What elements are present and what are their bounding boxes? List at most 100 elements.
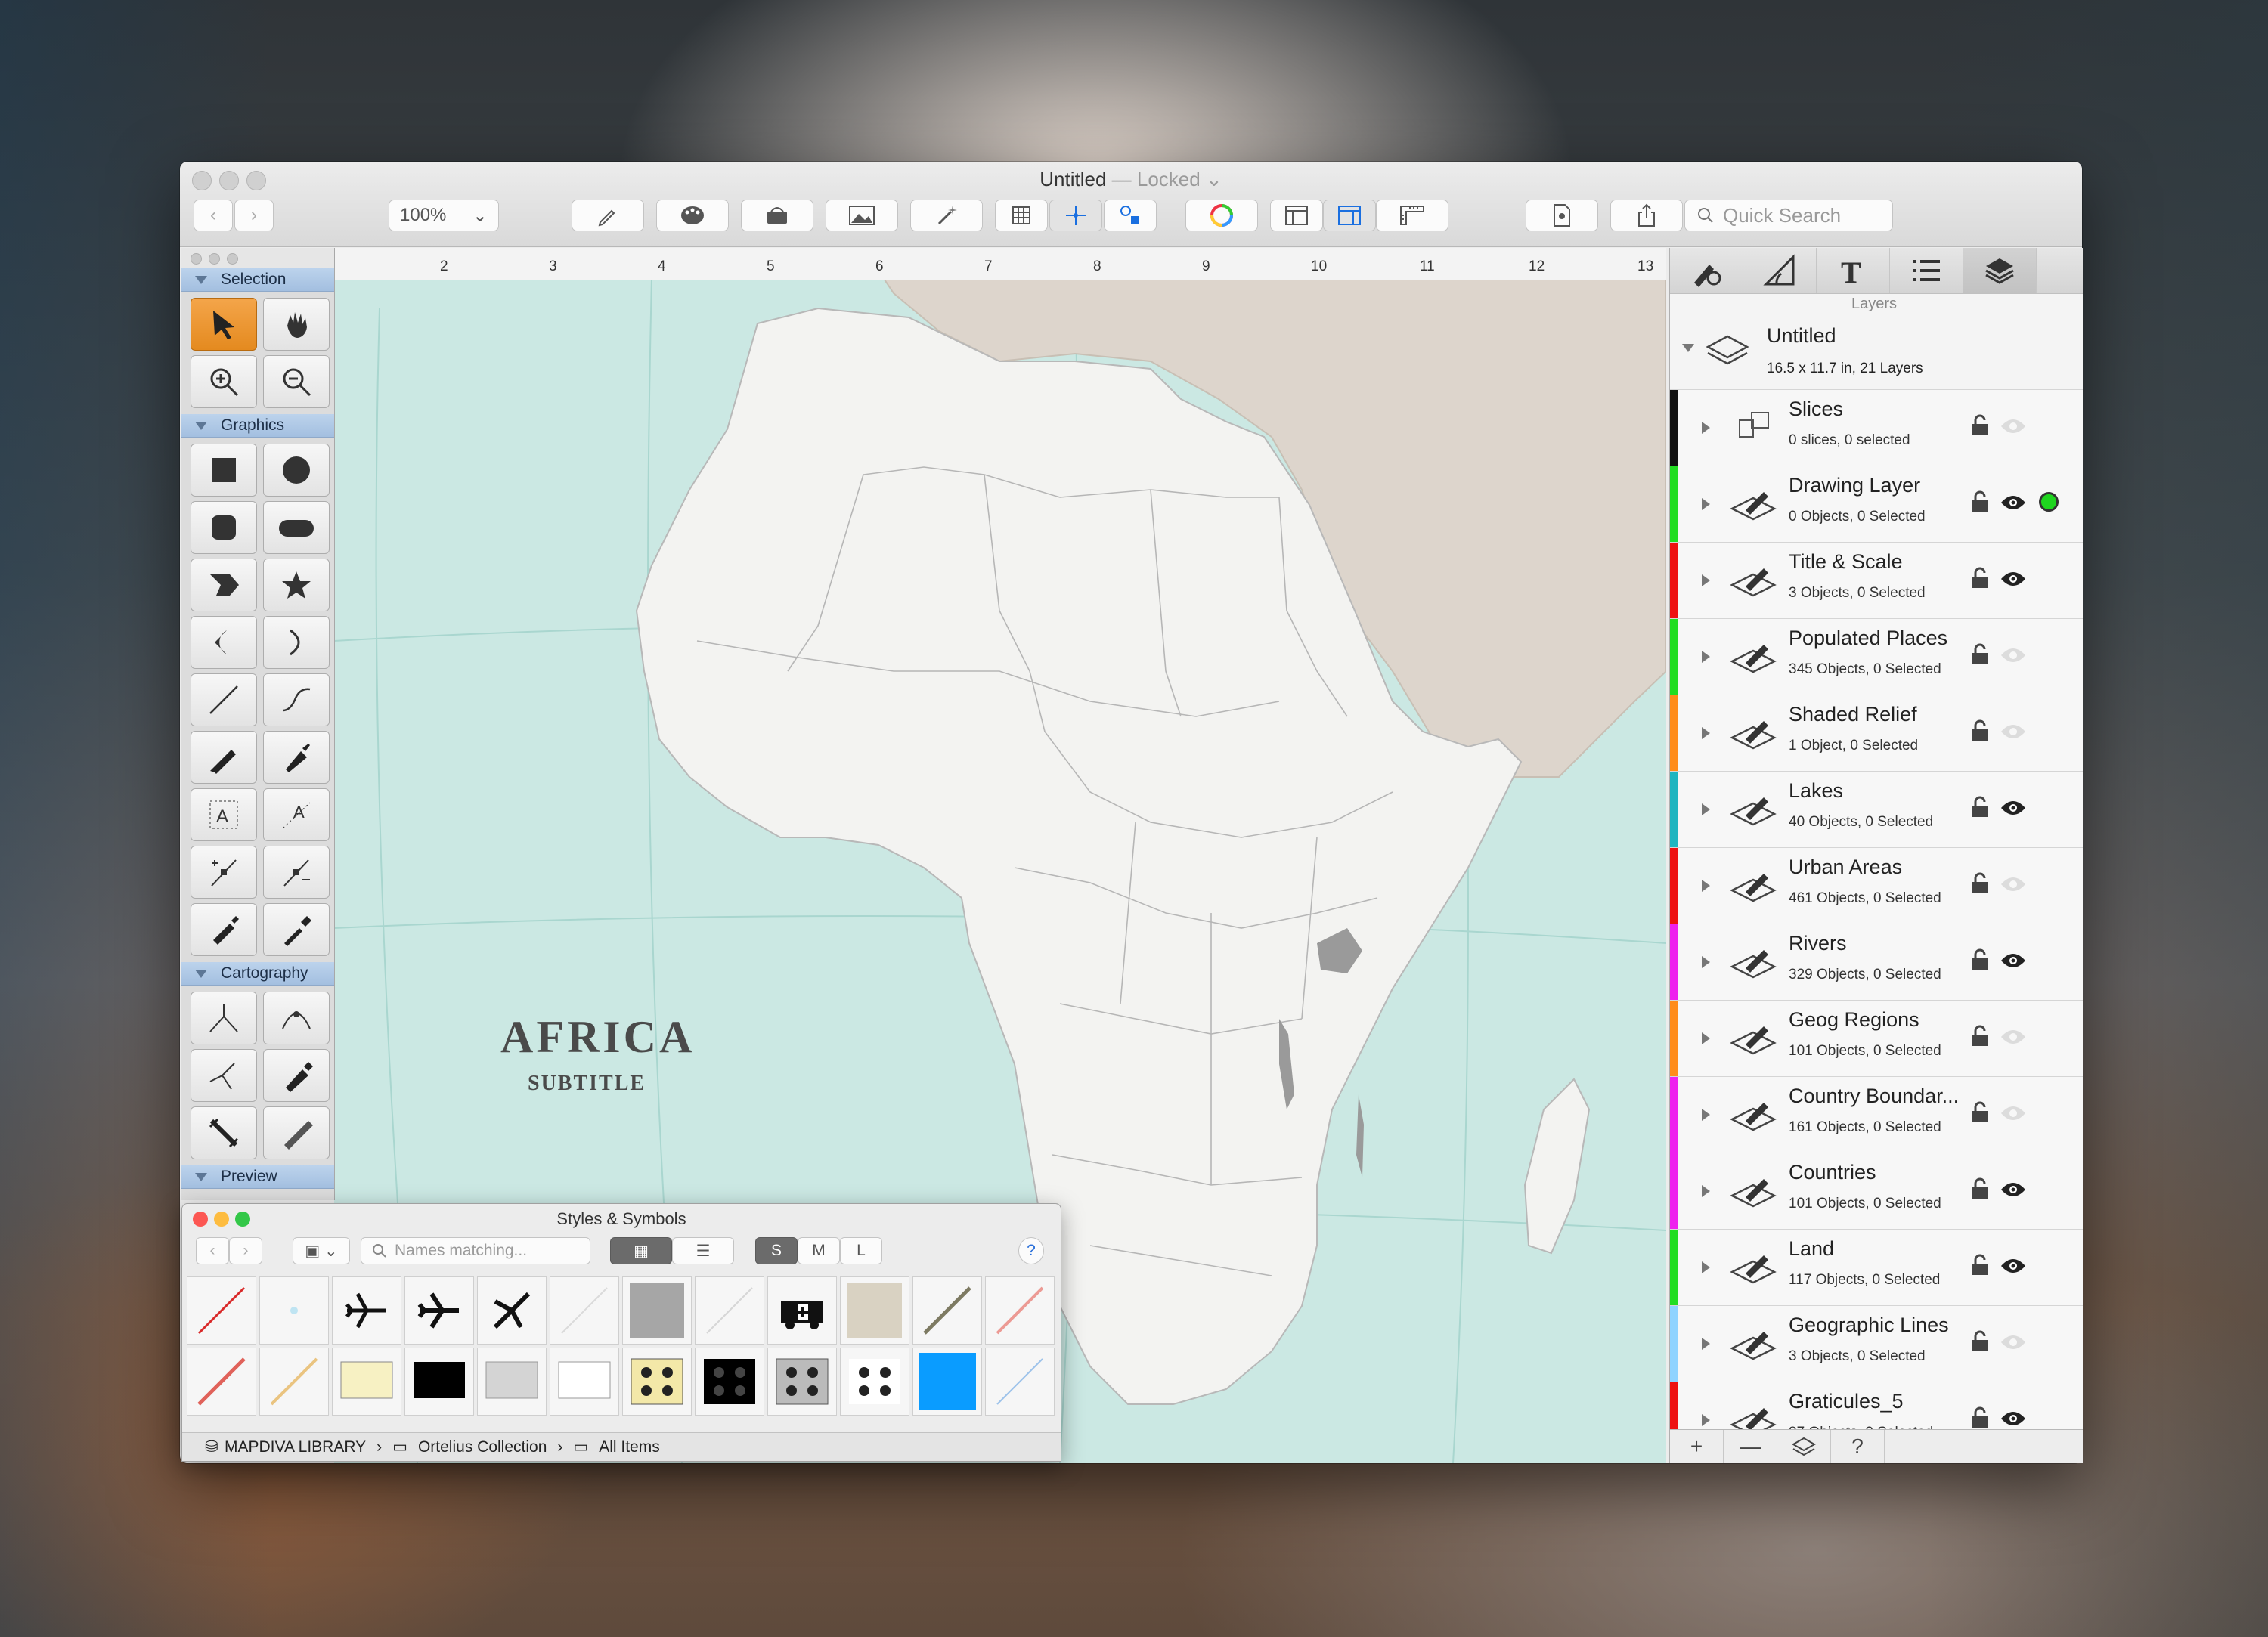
layer-visibility-toggle[interactable] <box>2000 723 2027 744</box>
style-gray-fill[interactable] <box>622 1276 692 1345</box>
section-selection[interactable]: Selection <box>181 268 334 292</box>
layer-visibility-toggle[interactable] <box>2000 1028 2027 1050</box>
styles-search-input[interactable]: Names matching... <box>361 1237 590 1264</box>
airplane-icon[interactable] <box>332 1276 401 1345</box>
layer-lock-toggle[interactable] <box>1971 1177 1989 1204</box>
disclosure-triangle-icon[interactable] <box>1702 1414 1710 1426</box>
scale-tool[interactable] <box>263 1106 330 1159</box>
rulers-button[interactable] <box>1376 200 1448 231</box>
disclosure-triangle-icon[interactable] <box>1702 1261 1710 1273</box>
layer-row[interactable]: Lakes 40 Objects, 0 Selected <box>1670 772 2083 848</box>
style-dots-black[interactable] <box>695 1348 764 1416</box>
style-tan-line[interactable] <box>259 1348 329 1416</box>
share-button[interactable] <box>1610 200 1683 231</box>
layer-row[interactable]: Rivers 329 Objects, 0 Selected <box>1670 924 2083 1001</box>
breadcrumb-library[interactable]: MAPDIVA LIBRARY <box>225 1438 366 1456</box>
style-brush-tool[interactable] <box>191 903 257 956</box>
style-pink-line[interactable] <box>985 1276 1055 1345</box>
layer-visibility-toggle[interactable] <box>2000 952 2027 973</box>
layer-lock-toggle[interactable] <box>1971 872 1989 899</box>
airplane-icon[interactable] <box>477 1276 547 1345</box>
section-graphics[interactable]: Graphics <box>181 414 334 438</box>
layer-row[interactable]: Drawing Layer 0 Objects, 0 Selected <box>1670 466 2083 543</box>
line-tool[interactable] <box>191 673 257 726</box>
styles-minimize-button[interactable] <box>214 1212 229 1227</box>
tab-geometry[interactable] <box>1743 248 1817 293</box>
disclosure-triangle-icon[interactable] <box>1702 498 1710 510</box>
styles-button[interactable] <box>656 200 729 231</box>
chevron-down-icon[interactable]: ⌄ <box>1201 168 1222 190</box>
pen-tool[interactable] <box>263 731 330 784</box>
styles-help-button[interactable]: ? <box>1018 1237 1044 1264</box>
styles-close-button[interactable] <box>193 1212 208 1227</box>
grid-button[interactable] <box>995 200 1048 231</box>
forward-button[interactable]: › <box>234 200 274 231</box>
polygon-tool[interactable] <box>191 559 257 611</box>
disclosure-triangle-icon[interactable] <box>1702 1032 1710 1044</box>
pencil-tool[interactable] <box>191 731 257 784</box>
layer-visibility-toggle[interactable] <box>2000 1410 2027 1431</box>
disclosure-triangle-icon[interactable] <box>1702 1185 1710 1197</box>
layer-lock-toggle[interactable] <box>1971 1025 1989 1051</box>
layer-row[interactable]: Shaded Relief 1 Object, 0 Selected <box>1670 695 2083 772</box>
layer-row[interactable]: Urban Areas 461 Objects, 0 Selected <box>1670 848 2083 924</box>
layer-row[interactable]: Countries 101 Objects, 0 Selected <box>1670 1153 2083 1230</box>
layer-row[interactable]: Geographic Lines 3 Objects, 0 Selected <box>1670 1306 2083 1382</box>
rounded-rect-tool[interactable] <box>191 501 257 554</box>
ellipse-tool[interactable] <box>263 444 330 497</box>
list-view-button[interactable]: ☰ <box>672 1237 734 1264</box>
layer-visibility-toggle[interactable] <box>2000 494 2027 515</box>
breadcrumb-all-items[interactable]: All Items <box>599 1438 660 1456</box>
active-layer-indicator[interactable] <box>2039 492 2059 512</box>
arc-tool[interactable] <box>263 616 330 669</box>
tab-style[interactable] <box>1670 248 1743 293</box>
remove-layer-button[interactable]: — <box>1724 1430 1777 1463</box>
style-cream-fill[interactable] <box>332 1348 401 1416</box>
size-medium-button[interactable]: M <box>798 1237 840 1264</box>
disclosure-triangle-icon[interactable] <box>1702 1338 1710 1350</box>
disclosure-triangle-icon[interactable] <box>1702 574 1710 586</box>
layer-visibility-toggle[interactable] <box>2000 646 2027 668</box>
split-path-tool[interactable] <box>191 1049 257 1102</box>
effects-button[interactable] <box>910 200 983 231</box>
pill-tool[interactable] <box>263 501 330 554</box>
disclosure-triangle-icon[interactable] <box>1702 651 1710 663</box>
layer-visibility-toggle[interactable] <box>2000 799 2027 821</box>
connect-path-tool[interactable] <box>191 992 257 1044</box>
eyedropper-tool[interactable] <box>263 903 330 956</box>
section-cartography[interactable]: Cartography <box>181 962 334 986</box>
sidebar-left-button[interactable] <box>1270 200 1323 231</box>
layer-lock-toggle[interactable] <box>1971 1254 1989 1280</box>
zoom-out-tool[interactable] <box>263 355 330 408</box>
disclosure-triangle-icon[interactable] <box>1702 727 1710 739</box>
layer-lock-toggle[interactable] <box>1971 414 1989 441</box>
styles-zoom-button[interactable] <box>235 1212 250 1227</box>
arc-segment-tool[interactable] <box>191 616 257 669</box>
sidebar-right-button[interactable] <box>1323 200 1376 231</box>
add-point-tool[interactable] <box>191 846 257 899</box>
layer-lock-toggle[interactable] <box>1971 1101 1989 1128</box>
text-tool[interactable]: A <box>191 788 257 841</box>
layer-row[interactable]: Populated Places 345 Objects, 0 Selected <box>1670 619 2083 695</box>
document-row[interactable]: Untitled 16.5 x 11.7 in, 21 Layers <box>1670 314 2083 390</box>
layer-row[interactable]: Country Boundar... 161 Objects, 0 Selecte… <box>1670 1077 2083 1153</box>
tab-text[interactable]: T <box>1817 248 1890 293</box>
layer-lock-toggle[interactable] <box>1971 719 1989 746</box>
bezier-tool[interactable] <box>263 992 330 1044</box>
style-olive-line[interactable] <box>912 1276 982 1345</box>
airplane-icon[interactable] <box>404 1276 474 1345</box>
layer-help-button[interactable]: ? <box>1831 1430 1885 1463</box>
layer-lock-toggle[interactable] <box>1971 490 1989 517</box>
layer-row[interactable]: Geog Regions 101 Objects, 0 Selected <box>1670 1001 2083 1077</box>
map-subtitle[interactable]: SUBTITLE <box>528 1072 646 1095</box>
style-dots-white[interactable] <box>840 1348 909 1416</box>
disclosure-triangle-icon[interactable] <box>1702 422 1710 434</box>
disclosure-triangle-icon[interactable] <box>1702 803 1710 815</box>
pen-tool-button[interactable] <box>572 200 644 231</box>
layer-lock-toggle[interactable] <box>1971 643 1989 670</box>
image-button[interactable] <box>826 200 898 231</box>
layer-row[interactable]: Title & Scale 3 Objects, 0 Selected <box>1670 543 2083 619</box>
layer-visibility-toggle[interactable] <box>2000 1104 2027 1126</box>
layer-row[interactable]: Land 117 Objects, 0 Selected <box>1670 1230 2083 1306</box>
grid-view-button[interactable]: ▦ <box>610 1237 672 1264</box>
